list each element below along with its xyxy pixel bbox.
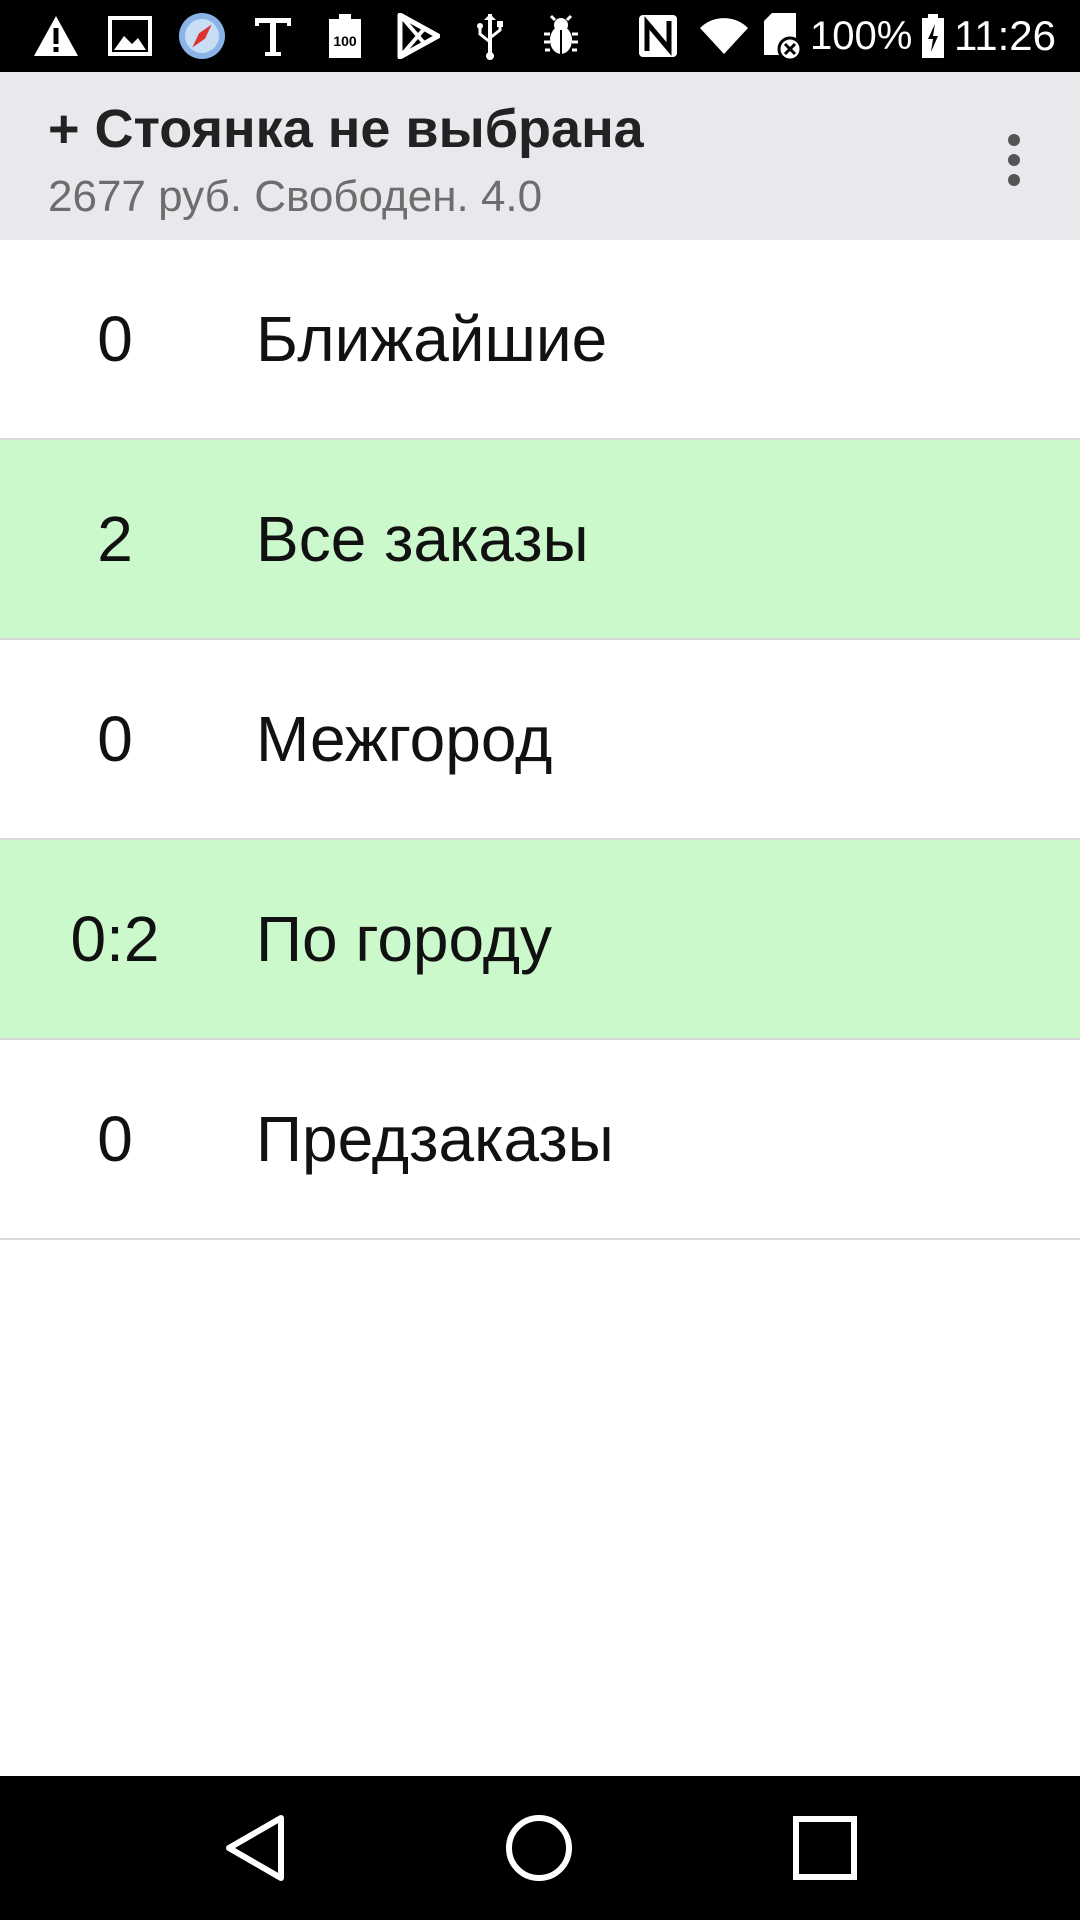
- sd-card-icon: [762, 12, 802, 61]
- clock: 11:26: [954, 12, 1056, 59]
- order-count: 0: [97, 1103, 133, 1175]
- order-count: 0:2: [70, 903, 160, 975]
- recents-icon[interactable]: [775, 1798, 875, 1898]
- app-bar: + Стоянка не выбрана 2677 руб. Свободен.…: [0, 72, 1080, 240]
- list-item-city[interactable]: 0:2 По городу: [0, 840, 1080, 1040]
- navigation-bar: [0, 1776, 1080, 1920]
- category-label: Межгород: [256, 703, 553, 775]
- order-count: 0: [97, 303, 133, 375]
- image-icon: [104, 12, 156, 60]
- category-label: Предзаказы: [256, 1103, 614, 1175]
- order-count: 0: [97, 703, 133, 775]
- wifi-icon: [696, 12, 752, 60]
- text-t-icon: [250, 12, 296, 60]
- status-bar: 100 100% 11:26: [0, 0, 1080, 72]
- list-item-preorders[interactable]: 0 Предзаказы: [0, 1040, 1080, 1240]
- svg-text:100: 100: [333, 33, 357, 49]
- nfc-icon: [636, 12, 680, 60]
- back-icon[interactable]: [205, 1798, 305, 1898]
- category-label: Все заказы: [256, 503, 589, 575]
- parking-title[interactable]: + Стоянка не выбрана: [48, 98, 644, 160]
- compass-icon: [174, 12, 230, 60]
- home-icon[interactable]: [489, 1798, 589, 1898]
- driver-status-subtitle: 2677 руб. Свободен. 4.0: [48, 172, 543, 221]
- list-item-intercity[interactable]: 0 Межгород: [0, 640, 1080, 840]
- play-store-icon: [394, 12, 442, 60]
- more-vert-icon[interactable]: [978, 116, 1050, 204]
- category-label: Ближайшие: [256, 303, 608, 375]
- list-item-all-orders[interactable]: 2 Все заказы: [0, 440, 1080, 640]
- battery-charging-icon: [918, 12, 948, 60]
- order-count: 2: [97, 503, 133, 575]
- bug-icon: [538, 12, 584, 60]
- category-label: По городу: [256, 903, 553, 975]
- list-item-nearest[interactable]: 0 Ближайшие: [0, 240, 1080, 440]
- order-category-list: 0 Ближайшие 2 Все заказы 0 Межгород 0:2 …: [0, 240, 1080, 1240]
- usb-icon: [470, 12, 510, 60]
- battery-100-icon: 100: [322, 12, 368, 60]
- battery-percent: 100%: [810, 14, 913, 58]
- warning-icon: [30, 12, 82, 60]
